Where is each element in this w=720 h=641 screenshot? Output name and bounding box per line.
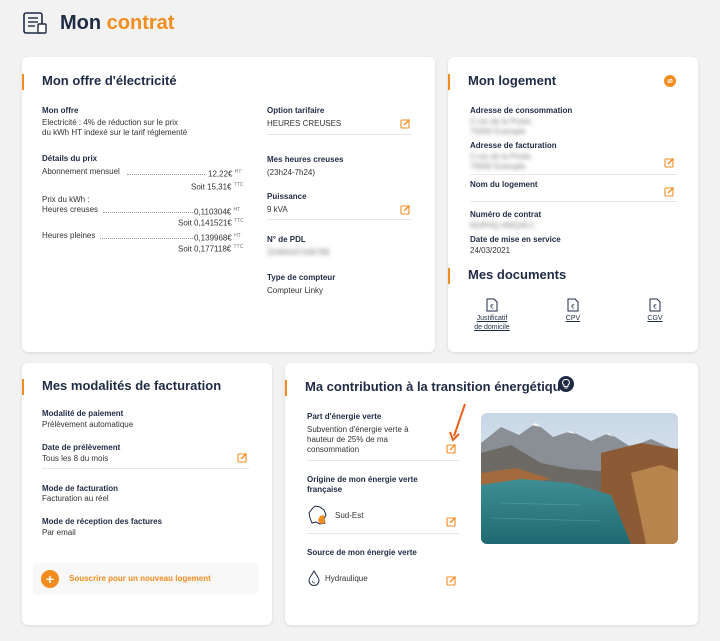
tariff-option-value: HEURES CREUSES: [267, 119, 342, 128]
billing-mode-label: Mode de facturation: [42, 484, 119, 493]
green-source-label: Source de mon énergie verte: [307, 548, 417, 557]
edit-green-origin-icon[interactable]: [446, 516, 457, 527]
separator: [267, 219, 412, 220]
lightbulb-icon: [558, 376, 574, 392]
peak-dots: [100, 238, 193, 239]
housing-card-title: Mon logement: [448, 73, 556, 90]
separator: [470, 174, 677, 175]
power-label: Puissance: [267, 192, 307, 201]
edit-housing-name-icon[interactable]: [664, 186, 675, 197]
page-title: Mon contrat: [60, 11, 175, 34]
contract-number-value: NUPHQ-AWQ4LC: [470, 221, 536, 230]
pdl-value: 25494347436788: [267, 248, 330, 257]
offer-label: Mon offre: [42, 106, 79, 115]
consumption-address-label: Adresse de consommation: [470, 106, 573, 115]
housing-name-label: Nom du logement: [470, 180, 538, 189]
offer-line-1: Electricité : 4% de réduction sur le pri…: [42, 118, 179, 127]
off-peak-dots: [103, 212, 193, 213]
svg-text:€: €: [653, 304, 657, 311]
off-peak-ttc: Soit 0,141521€ TTC: [178, 218, 244, 228]
document-icon: €: [567, 298, 579, 312]
svg-text:€: €: [490, 304, 494, 311]
green-source-value: Hydraulique: [325, 574, 368, 583]
debit-date-label: Date de prélèvement: [42, 443, 121, 452]
billing-address-line-1: 2 rue de la Poste,: [470, 152, 533, 161]
subscription-value: 12,22€ HT: [208, 169, 242, 179]
documents-title: Mes documents: [448, 267, 566, 284]
edit-green-share-icon[interactable]: [446, 443, 457, 454]
off-peak-hours-label: Mes heures creuses: [267, 155, 344, 164]
green-origin-label-line-1: Origine de mon énergie verte: [307, 475, 418, 484]
peak-label: Heures pleines: [42, 231, 96, 240]
page-header: Mon contrat: [22, 8, 174, 38]
pdl-label: N° de PDL: [267, 235, 306, 244]
consumption-address-line-2: 75000 Exemple: [470, 127, 526, 136]
document-icon: €: [486, 298, 498, 312]
document-cpv[interactable]: € CPV: [553, 298, 593, 323]
offer-card-title: Mon offre d'électricité: [22, 73, 177, 90]
billing-card-title: Mes modalités de facturation: [22, 378, 221, 395]
meter-type-label: Type de compteur: [267, 273, 336, 282]
edit-green-source-icon[interactable]: [446, 575, 457, 586]
off-peak-label: Heures creuses: [42, 205, 99, 214]
billing-mode-value: Facturation au réel: [42, 494, 109, 503]
document-cgv[interactable]: € CGV: [635, 298, 675, 323]
document-icon: €: [649, 298, 661, 312]
offer-line-2: du kWh HT indexé sur le tarif réglementé: [42, 128, 188, 137]
separator: [42, 468, 249, 469]
separator: [267, 134, 412, 135]
payment-method-value: Prélèvement automatique: [42, 420, 134, 429]
separator: [470, 201, 677, 202]
document-proof-of-address[interactable]: € Justificatif de domicile: [472, 298, 512, 332]
consumption-address-line-1: 2 rue de la Poste,: [470, 117, 533, 126]
edit-billing-address-icon[interactable]: [664, 157, 675, 168]
separator: [307, 533, 459, 534]
peak-ttc: Soit 0,177118€ TTC: [178, 244, 244, 254]
separator: [307, 460, 459, 461]
green-share-line-1: Subvention d'énergie verte à: [307, 425, 409, 434]
arrow-pointer-icon: [449, 403, 466, 442]
edit-debit-date-icon[interactable]: [237, 452, 248, 463]
billing-address-label: Adresse de facturation: [470, 141, 557, 150]
subscription-label: Abonnement mensuel: [42, 167, 120, 176]
green-share-label: Part d'énergie verte: [307, 412, 382, 421]
mountain-lake-photo: [481, 413, 678, 544]
subscribe-new-housing-label: Souscrire pour un nouveau logement: [69, 574, 211, 583]
subscribe-new-housing-button[interactable]: + Souscrire pour un nouveau logement: [33, 563, 258, 595]
subscription-ttc: Soit 15,31€ TTC: [191, 182, 244, 192]
off-peak-hours-value: (23h24-7h24): [267, 168, 316, 177]
contract-number-label: Numéro de contrat: [470, 210, 542, 219]
payment-method-label: Modalité de paiement: [42, 409, 124, 418]
edit-power-icon[interactable]: [400, 204, 411, 215]
plus-icon: +: [41, 570, 59, 588]
france-map-icon: [308, 505, 327, 525]
green-share-line-3: consommation: [307, 445, 360, 454]
edit-tariff-option-icon[interactable]: [400, 118, 411, 129]
green-share-line-2: hauteur de 25% de ma: [307, 435, 388, 444]
subscription-dots: [127, 174, 205, 175]
price-details-label: Détails du prix: [42, 154, 98, 163]
svg-text:€: €: [571, 304, 575, 311]
service-date-value: 24/03/2021: [470, 246, 511, 255]
service-date-label: Date de mise en service: [470, 235, 561, 244]
green-origin-label-line-2: française: [307, 485, 343, 494]
billing-address-line-2: 75000 Exemple: [470, 162, 526, 171]
meter-type-value: Compteur Linky: [267, 286, 324, 295]
invoice-reception-value: Par email: [42, 528, 76, 537]
water-drop-icon: [308, 570, 320, 586]
green-origin-value: Sud-Est: [335, 511, 364, 520]
transition-card-title: Ma contribution à la transition énergéti…: [285, 379, 568, 396]
debit-date-value: Tous les 8 du mois: [42, 454, 109, 463]
kwh-price-label: Prix du kWh :: [42, 195, 90, 204]
tariff-option-label: Option tarifaire: [267, 106, 325, 115]
housing-switch-icon[interactable]: [664, 75, 676, 87]
power-value: 9 kVA: [267, 205, 288, 214]
invoice-reception-label: Mode de réception des factures: [42, 517, 163, 526]
contract-document-icon: [23, 12, 47, 34]
